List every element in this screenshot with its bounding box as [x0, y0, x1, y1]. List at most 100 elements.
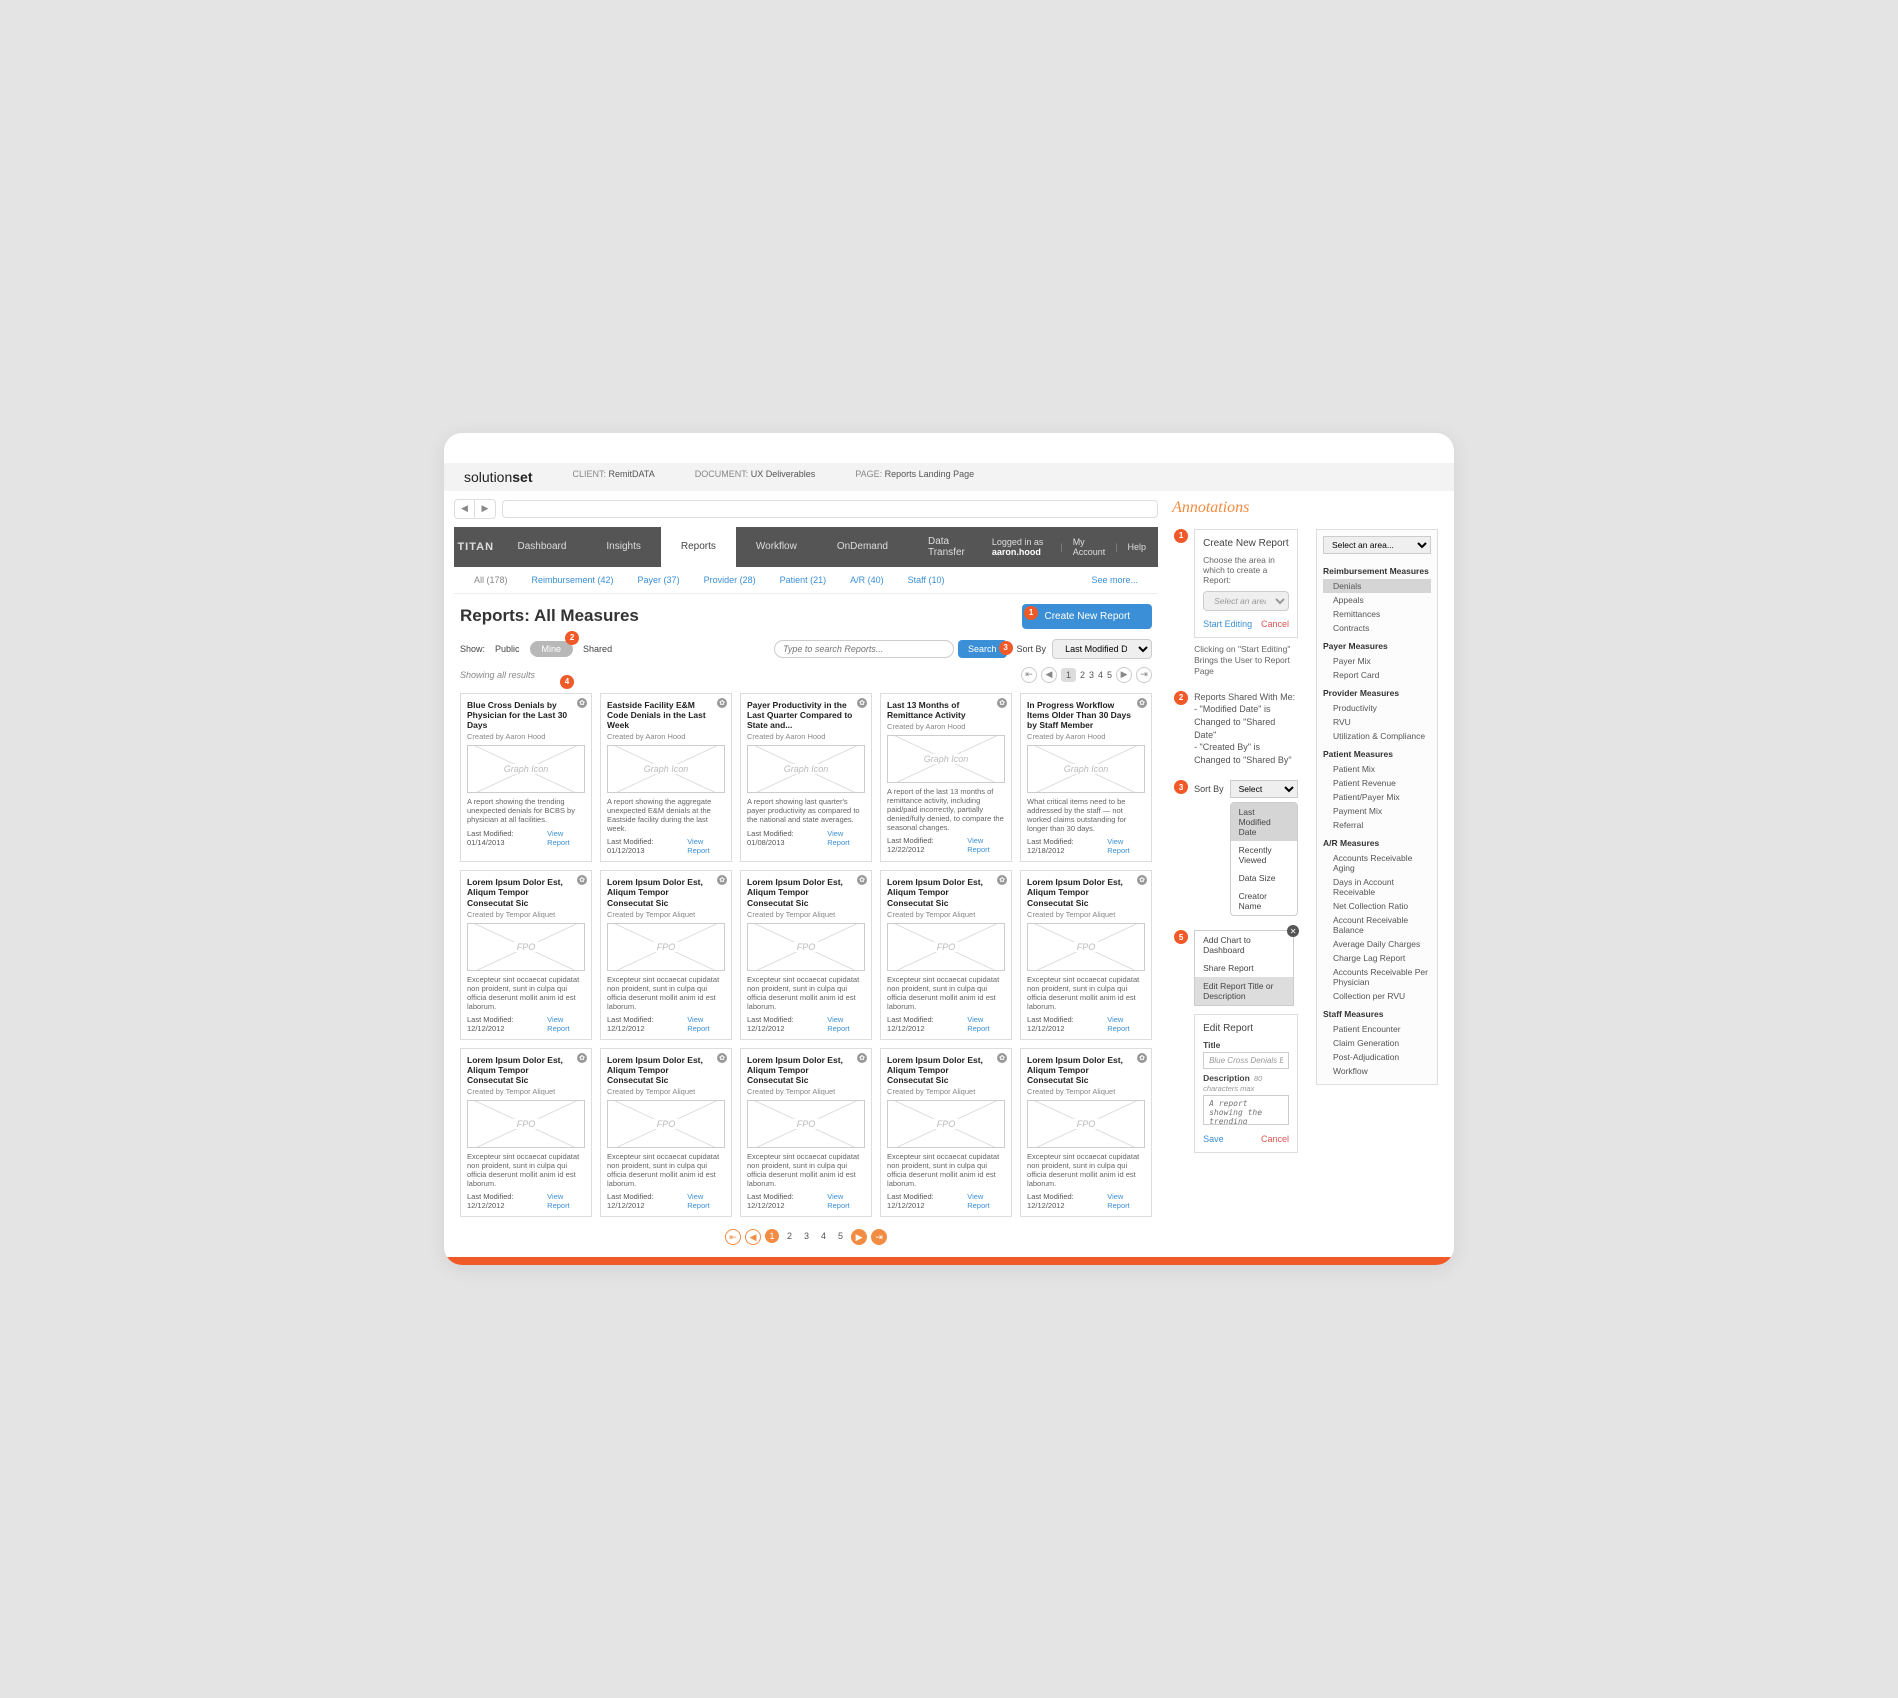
search-input[interactable]	[774, 640, 954, 658]
pager-2[interactable]: 2	[1080, 670, 1085, 680]
ctx-share[interactable]: Share Report	[1195, 959, 1293, 977]
measures-option[interactable]: RVU	[1323, 715, 1431, 729]
nav-dashboard[interactable]: Dashboard	[497, 527, 586, 567]
view-report-link[interactable]: View Report	[547, 1015, 585, 1033]
pager-1[interactable]: 1	[1061, 668, 1076, 682]
filter-shared[interactable]: Shared	[583, 644, 612, 654]
measures-option[interactable]: Collection per RVU	[1323, 989, 1431, 1003]
subnav-payer[interactable]: Payer (37)	[638, 575, 680, 585]
gear-icon[interactable]: ✿	[997, 1053, 1007, 1063]
view-report-link[interactable]: View Report	[967, 1192, 1005, 1210]
sort-opt-size[interactable]: Data Size	[1231, 869, 1297, 887]
pager-3[interactable]: 3	[1089, 670, 1094, 680]
measures-option[interactable]: Charge Lag Report	[1323, 951, 1431, 965]
subnav-patient[interactable]: Patient (21)	[780, 575, 827, 585]
pager-bottom-next-icon[interactable]: ▶	[851, 1229, 867, 1245]
subnav-provider[interactable]: Provider (28)	[704, 575, 756, 585]
view-report-link[interactable]: View Report	[827, 1192, 865, 1210]
back-arrow-icon[interactable]: ◀	[455, 500, 475, 518]
view-report-link[interactable]: View Report	[687, 1192, 725, 1210]
gear-icon[interactable]: ✿	[717, 875, 727, 885]
measures-option[interactable]: Patient Revenue	[1323, 776, 1431, 790]
filter-mine[interactable]: Mine 2	[530, 641, 574, 657]
gear-icon[interactable]: ✿	[1137, 875, 1147, 885]
pager-5[interactable]: 5	[1107, 670, 1112, 680]
measures-option[interactable]: Accounts Receivable Aging	[1323, 851, 1431, 875]
pager-next-icon[interactable]: ▶	[1116, 667, 1132, 683]
pager-last-icon[interactable]: ⇥	[1136, 667, 1152, 683]
measures-area-select[interactable]: Select an area...	[1323, 536, 1431, 554]
measures-option[interactable]: Remittances	[1323, 607, 1431, 621]
edit-title-input[interactable]	[1203, 1052, 1289, 1069]
measures-option[interactable]: Productivity	[1323, 701, 1431, 715]
measures-option[interactable]: Appeals	[1323, 593, 1431, 607]
pager-bottom-prev-icon[interactable]: ◀	[745, 1229, 761, 1245]
measures-option[interactable]: Days in Account Receivable	[1323, 875, 1431, 899]
nav-ondemand[interactable]: OnDemand	[817, 527, 908, 567]
forward-arrow-icon[interactable]: ▶	[475, 500, 495, 518]
sort-opt-recent[interactable]: Recently Viewed	[1231, 841, 1297, 869]
sort-opt-creator[interactable]: Creator Name	[1231, 887, 1297, 915]
view-report-link[interactable]: View Report	[687, 837, 725, 855]
measures-option[interactable]: Contracts	[1323, 621, 1431, 635]
sort-by-select[interactable]: Last Modified Date	[1052, 639, 1152, 659]
measures-option[interactable]: Payment Mix	[1323, 804, 1431, 818]
subnav-staff[interactable]: Staff (10)	[908, 575, 945, 585]
gear-icon[interactable]: ✿	[857, 698, 867, 708]
context-menu-close-icon[interactable]: ✕	[1287, 925, 1299, 937]
view-report-link[interactable]: View Report	[1107, 1192, 1145, 1210]
view-report-link[interactable]: View Report	[547, 1192, 585, 1210]
create-report-area-select[interactable]: Select an area...	[1203, 591, 1289, 611]
pager-bottom-2[interactable]: 2	[783, 1229, 796, 1245]
subnav-ar[interactable]: A/R (40)	[850, 575, 884, 585]
measures-option[interactable]: Denials	[1323, 579, 1431, 593]
create-report-button[interactable]: Create New Report	[1022, 604, 1152, 629]
pager-prev-icon[interactable]: ◀	[1041, 667, 1057, 683]
filter-public[interactable]: Public	[495, 644, 520, 654]
view-report-link[interactable]: View Report	[547, 829, 585, 847]
measures-option[interactable]: Payer Mix	[1323, 654, 1431, 668]
measures-option[interactable]: Patient/Payer Mix	[1323, 790, 1431, 804]
measures-option[interactable]: Net Collection Ratio	[1323, 899, 1431, 913]
measures-option[interactable]: Claim Generation	[1323, 1036, 1431, 1050]
measures-option[interactable]: Post-Adjudication	[1323, 1050, 1431, 1064]
subnav-reimbursement[interactable]: Reimbursement (42)	[532, 575, 614, 585]
link-help[interactable]: Help	[1128, 542, 1147, 552]
view-report-link[interactable]: View Report	[967, 836, 1005, 854]
view-report-link[interactable]: View Report	[827, 829, 865, 847]
view-report-link[interactable]: View Report	[1107, 1015, 1145, 1033]
gear-icon[interactable]: ✿	[717, 698, 727, 708]
edit-desc-input[interactable]	[1203, 1095, 1289, 1125]
measures-option[interactable]: Referral	[1323, 818, 1431, 832]
sort-by-ann-select[interactable]: Select	[1230, 780, 1298, 798]
pager-4[interactable]: 4	[1098, 670, 1103, 680]
pager-first-icon[interactable]: ⇤	[1021, 667, 1037, 683]
view-report-link[interactable]: View Report	[687, 1015, 725, 1033]
gear-icon[interactable]: ✿	[717, 1053, 727, 1063]
pager-bottom-3[interactable]: 3	[800, 1229, 813, 1245]
gear-icon[interactable]: ✿	[997, 875, 1007, 885]
gear-icon[interactable]: ✿	[1137, 1053, 1147, 1063]
gear-icon[interactable]: ✿	[857, 1053, 867, 1063]
measures-option[interactable]: Average Daily Charges	[1323, 937, 1431, 951]
measures-option[interactable]: Workflow	[1323, 1064, 1431, 1078]
nav-insights[interactable]: Insights	[586, 527, 660, 567]
edit-save-link[interactable]: Save	[1203, 1134, 1224, 1144]
nav-workflow[interactable]: Workflow	[736, 527, 817, 567]
ctx-edit-title[interactable]: Edit Report Title or Description	[1195, 977, 1293, 1005]
subnav-all[interactable]: All (178)	[474, 575, 508, 585]
gear-icon[interactable]: ✿	[857, 875, 867, 885]
pager-bottom-5[interactable]: 5	[834, 1229, 847, 1245]
gear-icon[interactable]: ✿	[997, 698, 1007, 708]
pager-bottom-4[interactable]: 4	[817, 1229, 830, 1245]
measures-option[interactable]: Utilization & Compliance	[1323, 729, 1431, 743]
create-cancel-link[interactable]: Cancel	[1261, 619, 1289, 629]
subnav-more[interactable]: See more...	[1092, 575, 1139, 585]
view-report-link[interactable]: View Report	[1107, 837, 1145, 855]
link-my-account[interactable]: My Account	[1073, 537, 1106, 557]
pager-bottom-last-icon[interactable]: ⇥	[871, 1229, 887, 1245]
gear-icon[interactable]: ✿	[1137, 698, 1147, 708]
edit-cancel-link[interactable]: Cancel	[1261, 1134, 1289, 1144]
nav-reports[interactable]: Reports	[661, 527, 736, 567]
nav-datatransfer[interactable]: Data Transfer	[908, 527, 992, 567]
